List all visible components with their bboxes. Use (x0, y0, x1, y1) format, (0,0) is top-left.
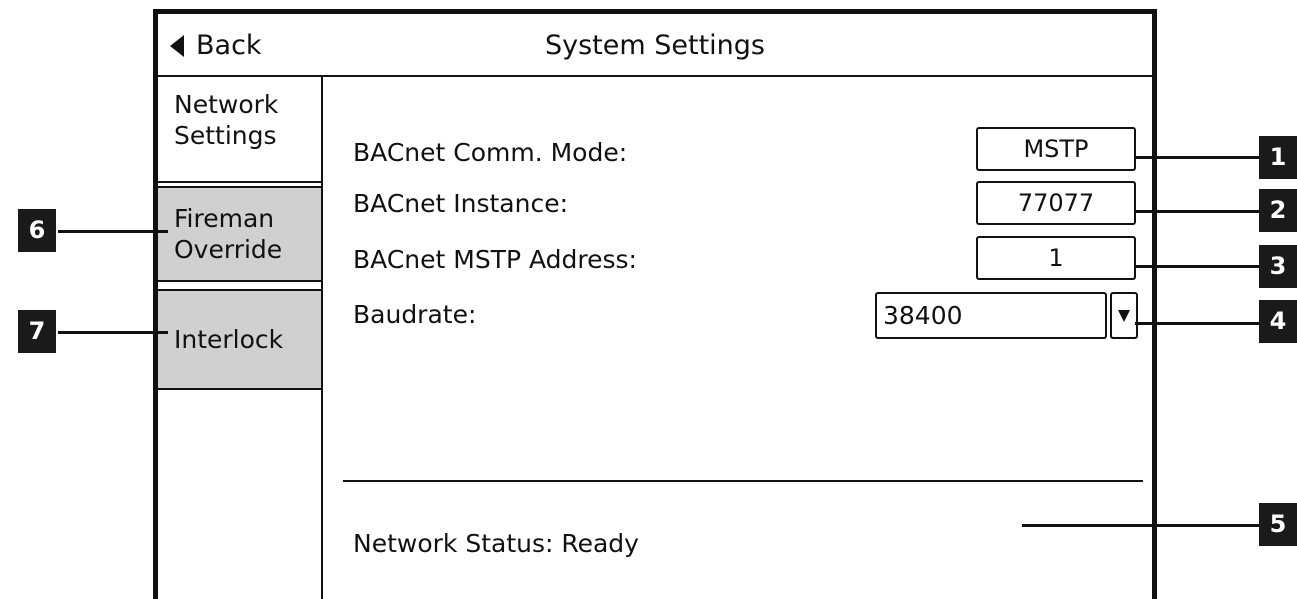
divider (158, 181, 321, 183)
callout-5-line (1022, 524, 1259, 527)
callout-3-line (1135, 265, 1259, 268)
status-divider (343, 480, 1143, 482)
callout-7-line (58, 331, 168, 334)
callout-6-line (58, 230, 168, 233)
title-bar: Back System Settings (158, 14, 1152, 77)
mstp-address-field[interactable]: 1 (976, 236, 1136, 280)
callout-badge-2: 2 (1259, 189, 1297, 232)
sidebar: Network Settings Fireman Override Interl… (158, 77, 323, 599)
callout-badge-6: 6 (18, 209, 56, 252)
network-status: Network Status: Ready (353, 529, 639, 558)
sidebar-item-label: Interlock (174, 325, 284, 354)
callout-1-line (1135, 156, 1259, 159)
callout-badge-4: 4 (1259, 300, 1297, 343)
chevron-down-icon (1118, 309, 1130, 322)
comm-mode-label: BACnet Comm. Mode: (353, 138, 628, 167)
sidebar-item-fireman-override[interactable]: Fireman Override (158, 186, 321, 282)
sidebar-item-label: Fireman Override (174, 204, 283, 264)
settings-screen: Back System Settings Network Settings Fi… (153, 9, 1157, 599)
baudrate-label: Baudrate: (353, 300, 477, 329)
mstp-address-label: BACnet MSTP Address: (353, 245, 637, 274)
network-settings-panel: BACnet Comm. Mode: MSTP BACnet Instance:… (325, 77, 1152, 599)
baudrate-dropdown-button[interactable] (1110, 292, 1138, 339)
callout-badge-7: 7 (18, 310, 56, 353)
callout-badge-1: 1 (1259, 136, 1297, 179)
instance-field[interactable]: 77077 (976, 181, 1136, 225)
page-title: System Settings (544, 30, 765, 61)
callout-badge-5: 5 (1259, 503, 1297, 546)
sidebar-item-label: Network Settings (174, 90, 279, 150)
sidebar-item-network-settings[interactable]: Network Settings (158, 89, 321, 175)
baudrate-select[interactable]: 38400 (875, 292, 1107, 339)
callout-4-line (1135, 322, 1259, 325)
callout-badge-3: 3 (1259, 245, 1297, 288)
sidebar-item-interlock[interactable]: Interlock (158, 289, 321, 390)
instance-label: BACnet Instance: (353, 189, 569, 218)
comm-mode-field[interactable]: MSTP (976, 127, 1136, 171)
callout-2-line (1135, 210, 1259, 213)
